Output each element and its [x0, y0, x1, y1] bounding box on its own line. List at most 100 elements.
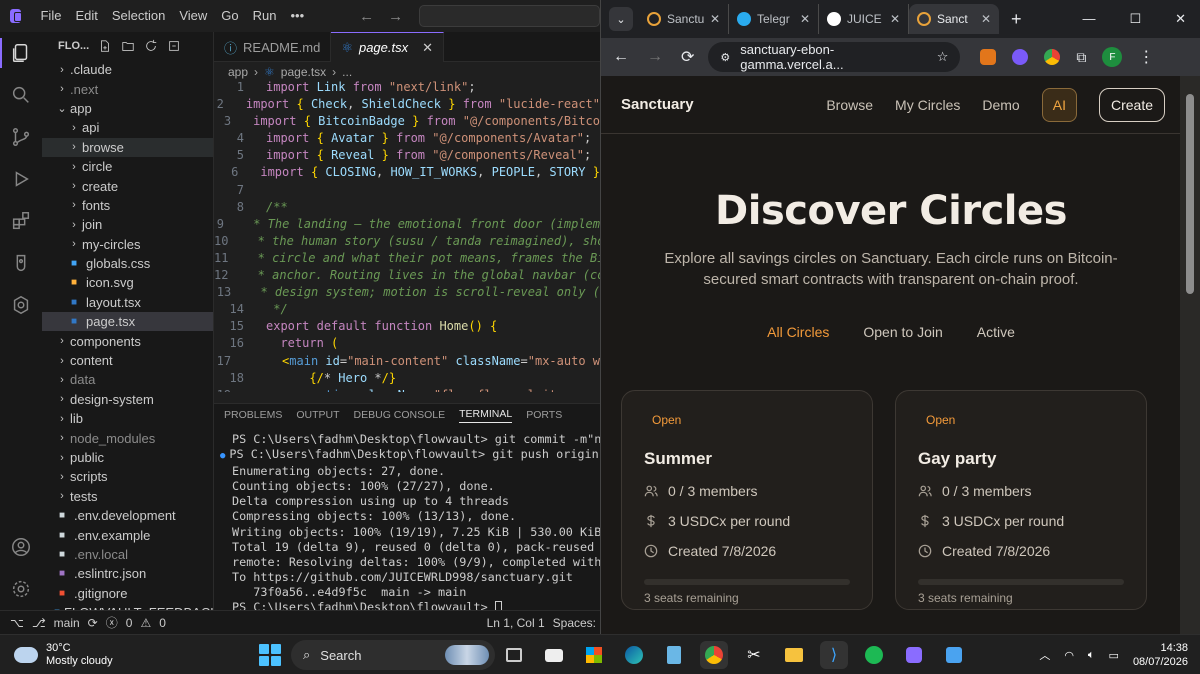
weather-widget[interactable]: 30°C Mostly cloudy: [0, 640, 113, 668]
collapse-all-icon[interactable]: [167, 39, 181, 53]
code-line[interactable]: 2 import { Check, ShieldCheck } from "luc…: [214, 97, 600, 114]
vscode-taskbar-icon[interactable]: ⟩: [820, 641, 848, 669]
tree-item[interactable]: › fonts: [42, 196, 213, 215]
ai-button[interactable]: AI: [1041, 87, 1077, 122]
account-icon[interactable]: [0, 526, 42, 568]
obsidian-icon[interactable]: [900, 641, 928, 669]
indentation[interactable]: Spaces:: [553, 616, 596, 630]
breadcrumb-item[interactable]: page.tsx: [281, 65, 326, 79]
windows-start-icon[interactable]: [259, 644, 281, 666]
sync-icon[interactable]: ⟳: [88, 616, 98, 630]
code-line[interactable]: 8 /**: [214, 200, 600, 217]
task-view-icon[interactable]: [500, 641, 528, 669]
error-count[interactable]: 0: [126, 616, 133, 630]
browser-tab[interactable]: Sanct ✕: [909, 4, 999, 34]
back-arrow-icon[interactable]: ←: [359, 8, 374, 25]
tab-page-tsx[interactable]: ⚛ page.tsx ✕: [331, 32, 445, 62]
battery-icon[interactable]: ▭: [1109, 649, 1119, 662]
panel-tab-problems[interactable]: PROBLEMS: [224, 409, 282, 421]
file-explorer-icon[interactable]: [780, 641, 808, 669]
remote-icon[interactable]: [0, 242, 42, 284]
tree-item[interactable]: ■ .eslintrc.json: [42, 564, 213, 583]
paint-icon[interactable]: [940, 641, 968, 669]
tree-item[interactable]: ■ layout.tsx: [42, 293, 213, 312]
explorer-icon[interactable]: [0, 32, 42, 74]
panel-tab-ports[interactable]: PORTS: [526, 409, 562, 421]
circle-card[interactable]: Open Gay party 0 / 3 members 3 USDCx per ro…: [895, 390, 1147, 610]
close-tab-icon[interactable]: ✕: [422, 40, 433, 56]
close-window-icon[interactable]: ✕: [1175, 11, 1186, 27]
code-line[interactable]: 1 import Link from "next/link";: [214, 80, 600, 97]
tree-item[interactable]: ■ .env.development: [42, 506, 213, 525]
tree-item[interactable]: ■ globals.css: [42, 254, 213, 273]
menu-more[interactable]: •••: [283, 0, 311, 32]
code-line[interactable]: 5 import { Reveal } from "@/components/Re…: [214, 148, 600, 165]
branch-name[interactable]: main: [54, 616, 80, 630]
tree-item[interactable]: › lib: [42, 409, 213, 428]
refresh-icon[interactable]: [144, 39, 158, 53]
nav-my-circles[interactable]: My Circles: [895, 97, 960, 113]
tree-item[interactable]: › circle: [42, 157, 213, 176]
nav-demo[interactable]: Demo: [982, 97, 1019, 113]
tree-item[interactable]: ■ .env.local: [42, 545, 213, 564]
forward-arrow-icon[interactable]: →: [388, 8, 403, 25]
code-line[interactable]: 3 import { BitcoinBadge } from "@/compone…: [214, 114, 600, 131]
panel-tab-terminal[interactable]: TERMINAL: [459, 408, 513, 423]
chrome-icon[interactable]: [700, 641, 728, 669]
code-line[interactable]: 13 * design system; motion is scroll-rev…: [214, 285, 600, 302]
profile-avatar[interactable]: F: [1102, 47, 1123, 67]
back-icon[interactable]: ←: [613, 48, 629, 66]
settings-gear-icon[interactable]: [0, 568, 42, 610]
cursor-position[interactable]: Ln 1, Col 1: [487, 616, 545, 630]
browser-tab[interactable]: Sanctu ✕: [639, 4, 729, 34]
filter-tab[interactable]: All Circles: [767, 324, 829, 340]
filter-tab[interactable]: Active: [977, 324, 1015, 340]
edge-icon[interactable]: [620, 641, 648, 669]
panel-tab-debug-console[interactable]: DEBUG CONSOLE: [354, 409, 446, 421]
site-brand[interactable]: Sanctuary: [621, 96, 694, 113]
tree-item[interactable]: › public: [42, 448, 213, 467]
code-line[interactable]: 10 * the human story (susu / tanda reima…: [214, 234, 600, 251]
close-tab-icon[interactable]: ✕: [890, 12, 900, 26]
tree-item[interactable]: › content: [42, 351, 213, 370]
minimize-icon[interactable]: —: [1082, 11, 1095, 27]
address-bar[interactable]: ⚙ sanctuary-ebon-gamma.vercel.a... ☆: [708, 42, 961, 72]
code-line[interactable]: 15 export default function Home() {: [214, 319, 600, 336]
tree-item[interactable]: › .claude: [42, 60, 213, 79]
browser-tab[interactable]: Telegr ✕: [729, 4, 819, 34]
tree-item[interactable]: ⌄ app: [42, 99, 213, 118]
copilot-icon[interactable]: [0, 284, 42, 326]
menu-edit[interactable]: Edit: [68, 0, 104, 32]
tab-search-icon[interactable]: ⌄: [609, 7, 633, 31]
maximize-icon[interactable]: ☐: [1129, 11, 1141, 27]
terminal[interactable]: PS C:\Users\fadhm\Desktop\flowvault> git…: [214, 426, 658, 615]
code-line[interactable]: 17 <main id="main-content" className="mx…: [214, 354, 600, 371]
tree-item[interactable]: › node_modules: [42, 428, 213, 447]
youtube-icon[interactable]: [540, 641, 568, 669]
nav-browse[interactable]: Browse: [826, 97, 873, 113]
chevron-up-icon[interactable]: ︿: [1039, 647, 1050, 663]
puzzle-extensions-icon[interactable]: ⧉: [1076, 49, 1086, 66]
tree-item[interactable]: › create: [42, 176, 213, 195]
forward-icon[interactable]: →: [647, 48, 663, 66]
close-tab-icon[interactable]: ✕: [981, 12, 991, 26]
tree-item[interactable]: ■ page.tsx: [42, 312, 213, 332]
code-line[interactable]: 11 * circle and what their pot means, fr…: [214, 251, 600, 268]
site-info-icon[interactable]: ⚙: [720, 51, 730, 64]
wifi-icon[interactable]: ◠: [1064, 649, 1074, 662]
tree-item[interactable]: ■ icon.svg: [42, 273, 213, 292]
run-debug-icon[interactable]: [0, 158, 42, 200]
capcut-icon[interactable]: ✂: [740, 641, 768, 669]
filter-tab[interactable]: Open to Join: [863, 324, 942, 340]
reload-icon[interactable]: ⟳: [681, 47, 694, 67]
tree-item[interactable]: › my-circles: [42, 235, 213, 254]
microsoft-store-icon[interactable]: [580, 641, 608, 669]
browser-tab[interactable]: JUICE ✕: [819, 4, 909, 34]
warning-count[interactable]: 0: [159, 616, 166, 630]
breadcrumb-item[interactable]: app: [228, 65, 248, 79]
menu-run[interactable]: Run: [246, 0, 284, 32]
source-control-icon[interactable]: [0, 116, 42, 158]
panel-tab-output[interactable]: OUTPUT: [296, 409, 339, 421]
tree-item[interactable]: › browse: [42, 137, 213, 157]
menu-selection[interactable]: Selection: [105, 0, 172, 32]
